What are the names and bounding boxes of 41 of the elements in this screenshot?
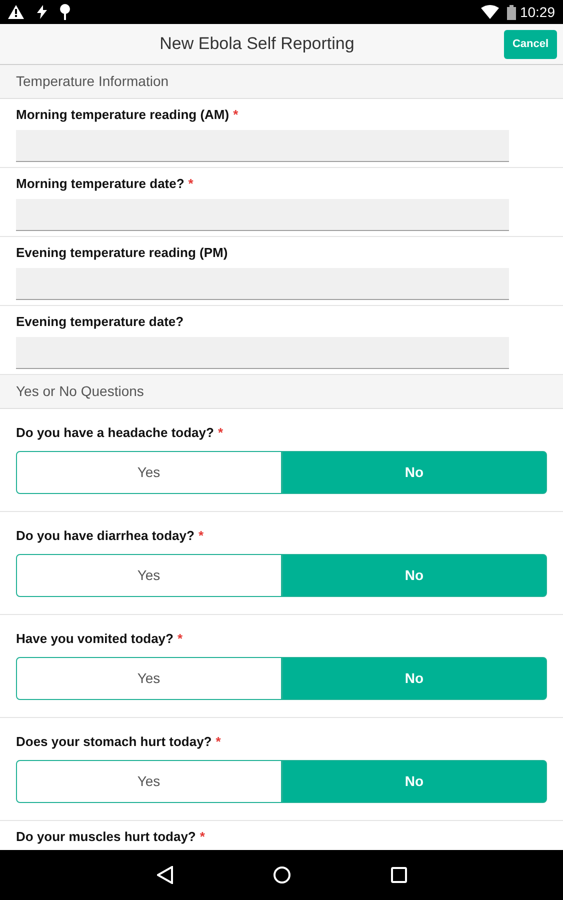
- status-time: 10:29: [520, 2, 555, 22]
- choice-button[interactable]: No: [282, 760, 547, 803]
- field-label: Morning temperature reading (AM): [16, 107, 230, 123]
- field-label: Evening temperature reading (PM): [16, 245, 228, 261]
- recents-icon[interactable]: [390, 867, 406, 883]
- required-mark: *: [198, 528, 204, 544]
- battery-icon: [506, 4, 516, 20]
- required-mark: *: [216, 734, 221, 750]
- input-field[interactable]: [16, 199, 509, 231]
- required-mark: *: [177, 631, 183, 647]
- field-label: Have you vomited today?: [16, 631, 174, 647]
- field-label: Does your stomach hurt today?: [16, 734, 212, 750]
- field-label: Morning temperature date?: [16, 176, 184, 192]
- wifi-icon: [480, 5, 499, 19]
- choice-button[interactable]: No: [282, 451, 547, 494]
- field-label: Do you have a headache today?: [16, 425, 214, 441]
- field-label: Do you have diarrhea today?: [16, 528, 194, 544]
- input-field[interactable]: [16, 130, 509, 162]
- section-header: Yes or No Questions: [0, 375, 563, 409]
- required-mark: *: [233, 107, 238, 123]
- choice-button[interactable]: No: [282, 657, 547, 700]
- back-icon[interactable]: [156, 866, 172, 884]
- input-field[interactable]: [16, 268, 509, 300]
- cancel-button[interactable]: Cancel: [504, 30, 557, 58]
- input-field[interactable]: [16, 337, 509, 369]
- required-mark: *: [188, 176, 194, 192]
- choice-button[interactable]: Yes: [16, 760, 282, 803]
- section-header: Temperature Information: [0, 65, 563, 99]
- field-label: Do your muscles hurt today?: [16, 829, 196, 845]
- choice-button[interactable]: Yes: [16, 554, 282, 597]
- field-label: Evening temperature date?: [16, 314, 184, 330]
- pin-icon: [60, 4, 70, 20]
- flash-icon: [36, 5, 48, 19]
- choice-button[interactable]: Yes: [16, 451, 282, 494]
- home-icon[interactable]: [272, 866, 290, 884]
- choice-button[interactable]: No: [282, 554, 547, 597]
- required-mark: *: [200, 829, 205, 845]
- required-mark: *: [218, 425, 224, 441]
- page-title: New Ebola Self Reporting: [158, 33, 356, 56]
- choice-button[interactable]: Yes: [16, 657, 282, 700]
- warning-icon: [8, 5, 24, 19]
